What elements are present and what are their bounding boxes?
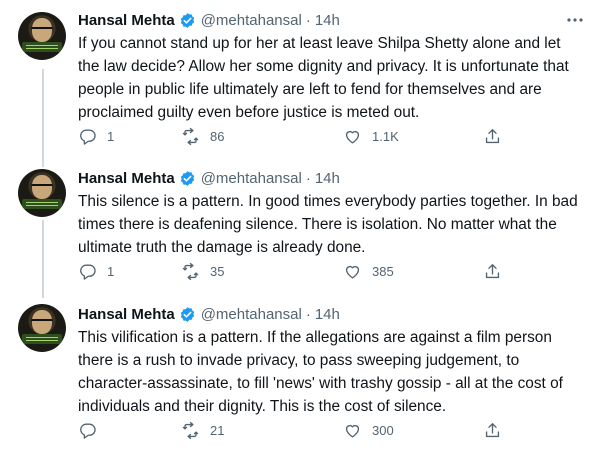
timestamp[interactable]: 14h <box>315 170 340 187</box>
tweet[interactable]: Hansal Mehta @mehtahansal · 14h If you c… <box>0 0 602 150</box>
author-handle[interactable]: @mehtahansal <box>201 12 302 29</box>
share-button[interactable] <box>483 419 502 441</box>
like-icon <box>345 265 360 279</box>
separator-dot: · <box>305 11 311 29</box>
timestamp[interactable]: 14h <box>315 306 340 323</box>
share-button[interactable] <box>483 260 502 282</box>
tweet-actions: 21 300 <box>78 419 508 441</box>
share-icon <box>485 263 500 278</box>
retweet-button[interactable]: 86 <box>181 125 224 147</box>
tweet-actions: 1 35 385 <box>78 260 508 282</box>
tweet-thread: Hansal Mehta @mehtahansal · 14h If you c… <box>0 0 602 453</box>
tweet-text: If you cannot stand up for her at least … <box>78 35 569 121</box>
retweet-count: 21 <box>210 422 225 438</box>
retweet-button[interactable]: 21 <box>181 419 224 441</box>
retweet-count: 35 <box>210 263 225 279</box>
retweet-button[interactable]: 35 <box>181 260 224 282</box>
avatar[interactable] <box>18 304 66 352</box>
avatar[interactable] <box>18 12 66 60</box>
share-icon <box>485 422 500 437</box>
tweet-header: Hansal Mehta @mehtahansal · 14h <box>78 303 340 325</box>
tweet-header: Hansal Mehta @mehtahansal · 14h <box>78 167 340 189</box>
share-button[interactable] <box>483 125 502 147</box>
reply-icon <box>80 128 96 145</box>
reply-count: 1 <box>107 263 115 279</box>
reply-icon <box>80 263 96 280</box>
separator-dot: · <box>305 305 311 323</box>
retweet-count: 86 <box>210 128 225 144</box>
author-name[interactable]: Hansal Mehta <box>78 306 175 323</box>
timestamp[interactable]: 14h <box>315 12 340 29</box>
avatar[interactable] <box>18 169 66 217</box>
author-name[interactable]: Hansal Mehta <box>78 12 175 29</box>
like-icon <box>345 424 360 438</box>
retweet-icon <box>182 421 199 439</box>
share-icon <box>485 128 500 143</box>
tweet-text: This vilification is a pattern. If the a… <box>78 329 563 415</box>
like-button[interactable]: 385 <box>343 260 394 282</box>
reply-button[interactable]: 1 <box>78 125 114 147</box>
tweet-text: This silence is a pattern. In good times… <box>78 193 578 256</box>
like-count: 385 <box>372 263 394 279</box>
tweet-header: Hansal Mehta @mehtahansal · 14h <box>78 9 340 31</box>
reply-button[interactable] <box>78 419 107 441</box>
like-count: 300 <box>372 422 394 438</box>
verified-badge-icon <box>180 170 194 186</box>
separator-dot: · <box>305 169 311 187</box>
tweet[interactable]: Hansal Mehta @mehtahansal · 14h This sil… <box>0 150 602 295</box>
more-options-icon[interactable] <box>566 17 584 23</box>
verified-badge-icon <box>180 12 194 28</box>
like-icon <box>345 130 360 144</box>
retweet-icon <box>182 127 199 145</box>
like-button[interactable]: 1.1K <box>343 125 399 147</box>
reply-button[interactable]: 1 <box>78 260 114 282</box>
author-name[interactable]: Hansal Mehta <box>78 170 175 187</box>
like-count: 1.1K <box>372 128 399 144</box>
retweet-icon <box>182 262 199 280</box>
like-button[interactable]: 300 <box>343 419 394 441</box>
reply-count: 1 <box>107 128 115 144</box>
verified-badge-icon <box>180 306 194 322</box>
author-handle[interactable]: @mehtahansal <box>201 170 302 187</box>
tweet-actions: 1 86 1.1K <box>78 125 508 147</box>
reply-icon <box>80 422 96 439</box>
author-handle[interactable]: @mehtahansal <box>201 306 302 323</box>
tweet[interactable]: Hansal Mehta @mehtahansal · 14h This vil… <box>0 295 602 453</box>
